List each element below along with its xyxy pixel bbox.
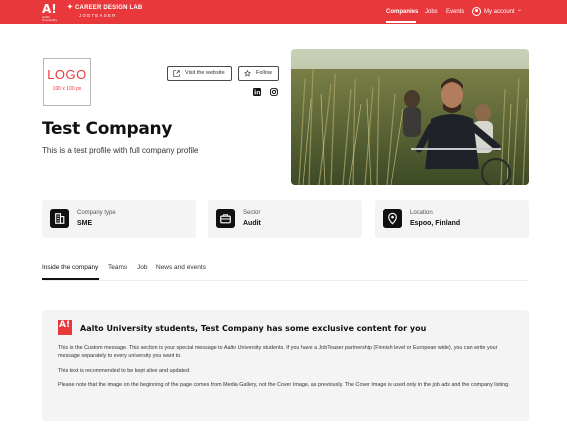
info-card-sector: Sector Audit xyxy=(208,200,362,238)
visit-website-button[interactable]: Visit the website xyxy=(167,66,232,81)
active-nav-indicator xyxy=(386,21,416,23)
company-tagline: This is a test profile with full company… xyxy=(42,146,199,155)
user-account-icon[interactable] xyxy=(472,7,481,16)
tab-job[interactable]: Job xyxy=(137,264,147,271)
logo-placeholder-text: LOGO xyxy=(47,67,87,82)
external-link-icon xyxy=(173,70,180,77)
nav-jobs[interactable]: Jobs xyxy=(425,0,438,24)
info-card-company-type: Company type SME xyxy=(42,200,196,238)
tab-news-and-events[interactable]: News and events xyxy=(156,264,206,271)
message-paragraph: This text is recommended to be kept aliv… xyxy=(58,367,191,374)
company-type-label: Company type xyxy=(77,210,116,216)
aalto-logo-mark: A! xyxy=(42,2,57,16)
brand-line-2: JOBTEASER xyxy=(79,13,117,18)
logo-placeholder-size: 100 x 100 px xyxy=(52,86,82,92)
aalto-badge-icon: A! xyxy=(58,320,72,335)
tabs-divider xyxy=(42,280,529,281)
exclusive-content-card: A! Aalto University students, Test Compa… xyxy=(42,310,529,421)
chevron-down-icon[interactable]: ⌄ xyxy=(517,0,522,22)
brand-line-1: CAREER DESIGN LAB xyxy=(75,5,143,11)
linkedin-icon[interactable] xyxy=(253,88,261,96)
sector-value: Audit xyxy=(243,220,261,227)
building-icon xyxy=(50,209,69,228)
location-label: Location xyxy=(410,210,433,216)
company-media-image xyxy=(291,49,529,185)
info-card-location: Location Espoo, Finland xyxy=(375,200,529,238)
career-lab-icon: ✦ xyxy=(67,4,74,11)
tab-inside-the-company[interactable]: Inside the company xyxy=(42,264,98,271)
location-pin-icon xyxy=(383,209,402,228)
exclusive-content-body: This is the Custom message. This section… xyxy=(58,344,520,396)
company-name: Test Company xyxy=(42,119,173,139)
nav-my-account[interactable]: My account xyxy=(484,0,515,24)
message-paragraph: Please note that the image on the beginn… xyxy=(58,382,510,389)
tab-teams[interactable]: Teams xyxy=(108,264,127,271)
star-icon xyxy=(244,70,251,77)
career-design-lab-logo[interactable]: ✦ CAREER DESIGN LAB JOBTEASER xyxy=(67,4,142,19)
location-value: Espoo, Finland xyxy=(410,220,461,227)
visit-website-label: Visit the website xyxy=(185,70,225,76)
instagram-icon[interactable] xyxy=(270,88,278,96)
follow-label: Follow xyxy=(256,70,272,76)
exclusive-content-title: Aalto University students, Test Company … xyxy=(80,324,427,333)
company-type-value: SME xyxy=(77,220,93,227)
nav-events[interactable]: Events xyxy=(446,0,464,24)
active-tab-indicator xyxy=(42,278,99,280)
follow-button[interactable]: Follow xyxy=(238,66,279,81)
aalto-logo[interactable]: A! Aalto University xyxy=(42,2,60,22)
sector-label: Sector xyxy=(243,210,261,216)
message-paragraph: This is the Custom message. This section… xyxy=(58,345,498,360)
company-logo-placeholder: LOGO 100 x 100 px xyxy=(43,58,91,106)
top-navigation-bar: A! Aalto University ✦ CAREER DESIGN LAB J… xyxy=(0,0,567,24)
aalto-logo-subtext: Aalto University xyxy=(42,15,58,22)
briefcase-icon xyxy=(216,209,235,228)
